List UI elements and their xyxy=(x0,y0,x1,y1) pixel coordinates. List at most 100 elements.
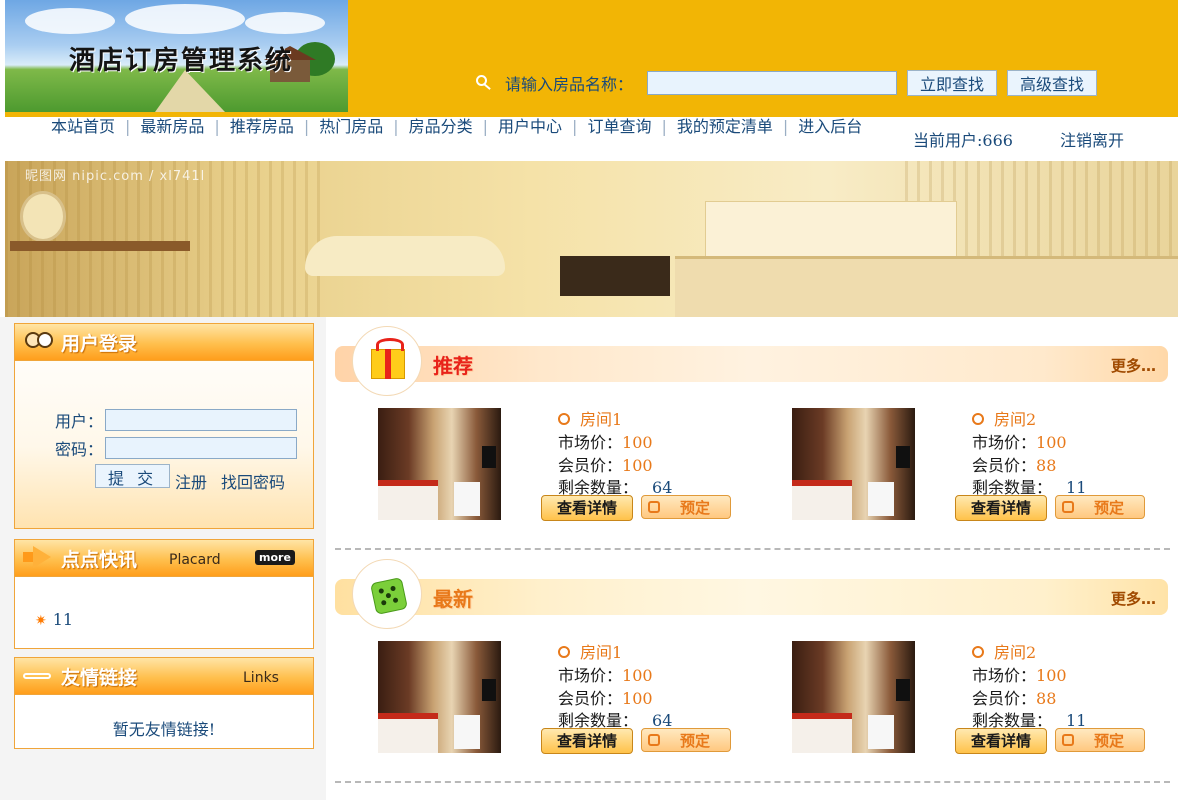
nav-item-user-center[interactable]: 用户中心 xyxy=(498,117,562,136)
view-details-button[interactable]: 查看详情 xyxy=(955,728,1047,754)
member-price-row: 会员价：88 xyxy=(972,685,1056,709)
search-button[interactable]: 立即查找 xyxy=(907,70,998,96)
site-header: 酒店订房管理系统 请输入房品名称： 立即查找 高级查找 xyxy=(5,0,1178,117)
room-card: 房间2 市场价：100 会员价：88 剩余数量： 11 查看详情 预定 xyxy=(792,641,1192,766)
room-name-link[interactable]: 房间1 xyxy=(558,639,622,663)
tv-shape xyxy=(482,446,496,468)
book-button[interactable]: 预定 xyxy=(1055,495,1145,519)
nav-item-admin[interactable]: 进入后台 xyxy=(798,117,862,136)
mirror-shape xyxy=(20,191,66,242)
latest-section-header: 最新 更多… xyxy=(335,559,1168,629)
headboard-shape xyxy=(705,201,957,263)
member-price-row: 会员价：88 xyxy=(972,452,1056,476)
nav-separator: | xyxy=(782,117,789,136)
nav-item-order-query[interactable]: 订单查询 xyxy=(587,117,651,136)
book-button[interactable]: 预定 xyxy=(641,728,731,752)
star-bullet-icon: ✷ xyxy=(35,613,47,629)
latest-badge xyxy=(352,559,422,629)
view-details-button[interactable]: 查看详情 xyxy=(955,495,1047,521)
tv-shape xyxy=(482,679,496,701)
nav-item-recommended-rooms[interactable]: 推荐房品 xyxy=(230,117,294,136)
member-price-label: 会员价： xyxy=(558,689,623,708)
room-photo[interactable] xyxy=(792,408,915,520)
friend-links-empty-text: 暂无友情链接! xyxy=(112,720,216,739)
member-price-value: 88 xyxy=(1036,456,1057,475)
placard-panel: 点点快讯 Placard more ✷ 11 xyxy=(14,539,314,649)
market-price-value: 100 xyxy=(1036,666,1067,685)
nav-item-hot-rooms[interactable]: 热门房品 xyxy=(319,117,383,136)
member-price-label: 会员价： xyxy=(972,689,1037,708)
member-price-label: 会员价： xyxy=(558,456,623,475)
gift-icon xyxy=(371,338,405,379)
tv-shape xyxy=(896,679,910,701)
friend-links-panel-title: 友情链接 xyxy=(61,667,138,689)
view-details-button[interactable]: 查看详情 xyxy=(541,728,633,754)
nav-item-home[interactable]: 本站首页 xyxy=(51,117,115,136)
room-name-link[interactable]: 房间2 xyxy=(972,639,1036,663)
password-row: 密码： xyxy=(47,436,297,460)
site-logo-banner[interactable]: 酒店订房管理系统 xyxy=(5,0,348,112)
nav-separator: | xyxy=(661,117,667,136)
nav-separator: | xyxy=(482,117,489,136)
view-details-button[interactable]: 查看详情 xyxy=(541,495,633,521)
market-price-value: 100 xyxy=(622,433,653,452)
nav-item-latest-rooms[interactable]: 最新房品 xyxy=(140,117,204,136)
book-button[interactable]: 预定 xyxy=(1055,728,1145,752)
cloud-shape xyxy=(245,12,325,34)
section-divider xyxy=(335,548,1170,550)
advanced-search-button[interactable]: 高级查找 xyxy=(1007,70,1098,96)
friend-links-panel-subtitle: Links xyxy=(243,670,279,686)
chair-shape xyxy=(454,482,480,516)
recommended-section-title: 推荐 xyxy=(433,354,473,378)
friend-links-panel-header: 友情链接 Links xyxy=(15,658,313,695)
username-label: 用户： xyxy=(54,412,103,431)
book-button[interactable]: 预定 xyxy=(641,495,731,519)
room-name-text: 房间1 xyxy=(580,643,623,662)
username-input[interactable] xyxy=(105,409,297,431)
room-name-link[interactable]: 房间2 xyxy=(972,406,1036,430)
room-photo[interactable] xyxy=(378,641,501,753)
bullet-circle-icon xyxy=(972,412,984,425)
recover-password-link[interactable]: 找回密码 xyxy=(221,469,285,493)
room-name-text: 房间1 xyxy=(580,410,623,429)
nav-separator: | xyxy=(303,117,310,136)
market-price-value: 100 xyxy=(1036,433,1067,452)
market-price-row: 市场价：100 xyxy=(558,429,653,453)
bullet-circle-icon xyxy=(558,412,570,425)
bed-shape xyxy=(792,713,852,753)
logout-link[interactable]: 注销离开 xyxy=(1060,127,1124,151)
register-link[interactable]: 注册 xyxy=(175,469,207,493)
cloud-shape xyxy=(25,8,115,34)
hotel-room-banner-image: 昵图网 nipic.com / xl741l xyxy=(5,161,1178,317)
dice-icon xyxy=(370,577,408,615)
main-nav: 本站首页 | 最新房品 | 推荐房品 | 热门房品 | 房品分类 | 用户中心 | 订单查询 | 我的预定清… xyxy=(5,117,1178,161)
link-icon xyxy=(23,664,53,688)
market-price-label: 市场价： xyxy=(972,433,1037,452)
room-photo[interactable] xyxy=(378,408,501,520)
placard-more-button[interactable]: more xyxy=(255,550,295,565)
nav-item-my-bookings[interactable]: 我的预定清单 xyxy=(677,117,773,136)
bed-shape xyxy=(792,480,852,520)
market-price-label: 市场价： xyxy=(972,666,1037,685)
placard-panel-title: 点点快讯 xyxy=(61,549,138,571)
placard-item-text: 11 xyxy=(52,610,74,629)
placard-list-item[interactable]: ✷ 11 xyxy=(35,610,73,629)
room-name-link[interactable]: 房间1 xyxy=(558,406,622,430)
login-panel-title: 用户登录 xyxy=(61,333,138,355)
recommended-more-link[interactable]: 更多… xyxy=(1111,355,1156,376)
password-input[interactable] xyxy=(105,437,297,459)
market-price-value: 100 xyxy=(622,666,653,685)
recommended-section-header: 推荐 更多… xyxy=(335,326,1168,396)
latest-more-link[interactable]: 更多… xyxy=(1111,588,1156,609)
placard-panel-subtitle: Placard xyxy=(169,552,221,568)
login-submit-button[interactable]: 提 交 xyxy=(95,464,171,488)
password-label: 密码： xyxy=(54,440,103,459)
nightstand-shape xyxy=(560,256,670,296)
room-photo[interactable] xyxy=(792,641,915,753)
friend-links-panel: 友情链接 Links 暂无友情链接! xyxy=(14,657,314,749)
left-sidebar: 用户登录 用户： 密码： 提 交 注册 找回密码 点点快讯 Placard mo… xyxy=(0,317,326,800)
nav-item-room-categories[interactable]: 房品分类 xyxy=(409,117,473,136)
placard-panel-header: 点点快讯 Placard more xyxy=(15,540,313,577)
room-search-input[interactable] xyxy=(647,71,898,95)
member-price-value: 100 xyxy=(622,456,653,475)
